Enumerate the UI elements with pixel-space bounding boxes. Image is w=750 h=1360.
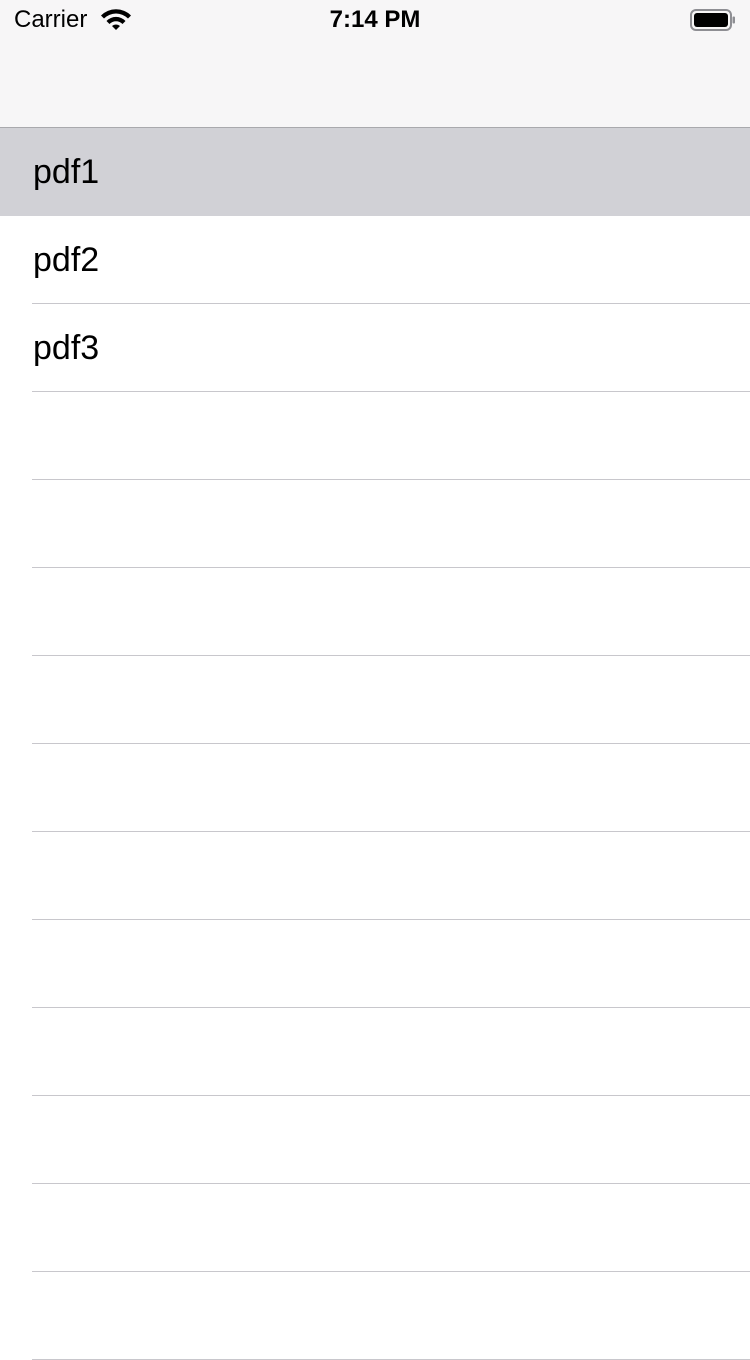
empty-table-row — [0, 1096, 750, 1184]
navigation-bar — [0, 40, 750, 128]
list-item-label: pdf1 — [33, 153, 100, 191]
empty-table-row — [0, 480, 750, 568]
battery-icon — [690, 8, 736, 32]
top-bar-area: Carrier 7:14 PM — [0, 0, 750, 128]
empty-table-row — [0, 832, 750, 920]
empty-table-row — [0, 568, 750, 656]
list-item-label: pdf3 — [33, 329, 100, 367]
status-bar: Carrier 7:14 PM — [0, 0, 750, 40]
pdf-list: pdf1 pdf2 pdf3 — [0, 128, 750, 1360]
list-item-label: pdf2 — [33, 241, 100, 279]
empty-table-row — [0, 1008, 750, 1096]
list-item-pdf3[interactable]: pdf3 — [0, 304, 750, 392]
list-item-pdf2[interactable]: pdf2 — [0, 216, 750, 304]
empty-table-row — [0, 1184, 750, 1272]
list-item-pdf1[interactable]: pdf1 — [0, 128, 750, 216]
empty-table-row — [0, 656, 750, 744]
empty-table-row — [0, 744, 750, 832]
empty-table-row — [0, 920, 750, 1008]
empty-table-row — [0, 392, 750, 480]
empty-table-row — [0, 1272, 750, 1360]
status-time: 7:14 PM — [329, 6, 421, 33]
